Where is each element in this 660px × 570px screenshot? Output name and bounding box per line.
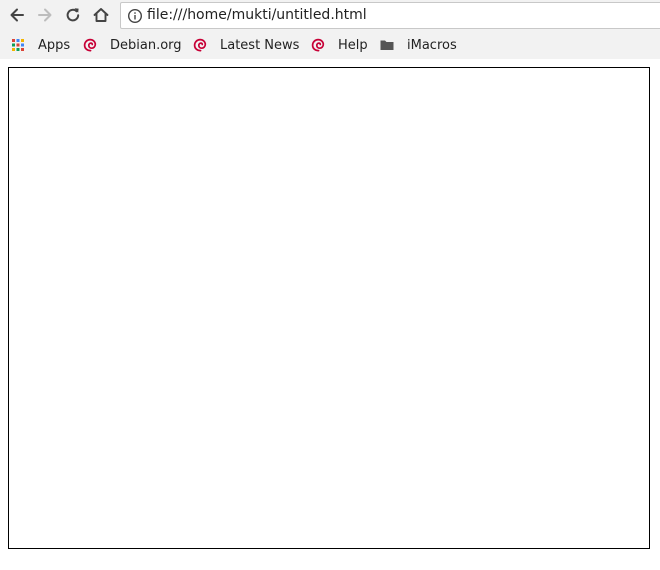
bookmark-folder-imacros[interactable]: iMacros (379, 35, 457, 55)
bookmark-apps[interactable]: Apps (10, 35, 70, 55)
back-arrow-icon (10, 8, 24, 22)
bookmark-label: Latest News (220, 37, 300, 53)
bookmark-help[interactable]: Help (310, 35, 368, 55)
back-button[interactable] (6, 4, 28, 26)
page-content-frame (8, 67, 650, 549)
bookmark-label: Help (338, 37, 368, 53)
reload-button[interactable] (62, 4, 84, 26)
address-bar[interactable]: file:///home/mukti/untitled.html (120, 2, 660, 29)
info-icon[interactable] (127, 8, 143, 24)
browser-chrome: file:///home/mukti/untitled.html Apps De… (0, 0, 660, 59)
bookmark-latest-news[interactable]: Latest News (192, 35, 299, 55)
folder-icon (379, 37, 395, 53)
debian-swirl-icon (82, 37, 98, 53)
apps-grid-icon (10, 37, 26, 53)
bookmarks-bar: Apps Debian.org Latest News Help iMacros (0, 31, 660, 57)
forward-button[interactable] (34, 4, 56, 26)
debian-swirl-icon (192, 37, 208, 53)
bookmark-label: iMacros (407, 37, 457, 53)
bookmark-debian-org[interactable]: Debian.org (82, 35, 182, 55)
bookmark-label: Apps (38, 37, 71, 53)
debian-swirl-icon (310, 37, 326, 53)
address-url[interactable]: file:///home/mukti/untitled.html (147, 7, 367, 23)
home-button[interactable] (90, 4, 112, 26)
reload-icon (66, 8, 80, 22)
home-icon (93, 8, 109, 22)
forward-arrow-icon (38, 8, 52, 22)
bookmark-label: Debian.org (110, 37, 182, 53)
browser-toolbar: file:///home/mukti/untitled.html (0, 0, 660, 31)
